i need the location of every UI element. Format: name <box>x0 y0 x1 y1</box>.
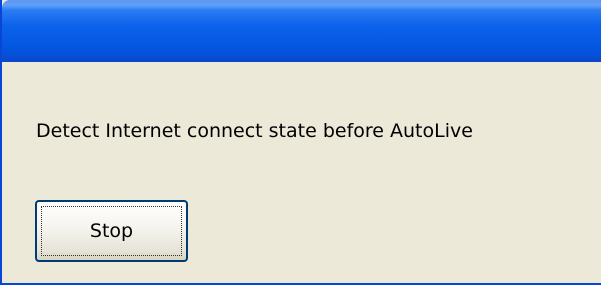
focus-rectangle: Stop <box>41 206 182 256</box>
dialog-window: Detect Internet connect state before Aut… <box>0 0 601 285</box>
stop-button[interactable]: Stop <box>35 200 188 262</box>
stop-button-label: Stop <box>89 220 134 242</box>
title-bar-highlight <box>2 0 601 10</box>
dialog-body: Detect Internet connect state before Aut… <box>2 62 601 283</box>
title-bar[interactable] <box>2 0 601 62</box>
status-message: Detect Internet connect state before Aut… <box>36 120 473 142</box>
